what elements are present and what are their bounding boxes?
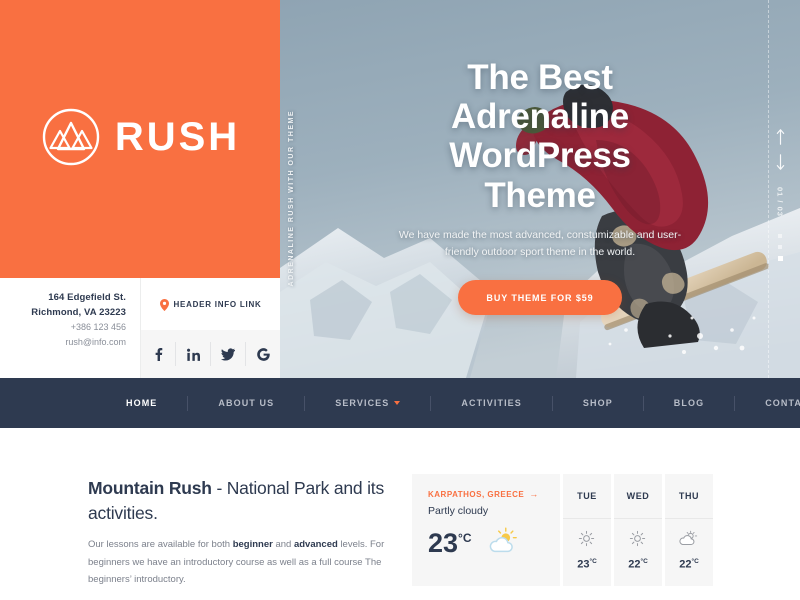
weather-reading: 23°C	[428, 527, 560, 559]
weather-forecast-day: TUE 23°C	[560, 474, 611, 586]
contact-info: 164 Edgefield St. Richmond, VA 23223 +38…	[0, 278, 140, 378]
intro-block: Mountain Rush - National Park and its ac…	[88, 476, 388, 589]
hero-slide-dot[interactable]	[778, 233, 782, 238]
page-title-strong: Mountain Rush	[88, 478, 212, 498]
nav-list: HOME ABOUT US SERVICES ACTIVITIES SHOP B…	[96, 395, 800, 411]
linkedin-icon[interactable]	[176, 342, 211, 366]
map-pin-icon	[159, 298, 169, 311]
forecast-day-temp: 23°C	[577, 558, 597, 571]
landing-page: RUSH 164 Edgefield St. Richmond, VA 2322…	[0, 0, 800, 600]
hero-slider-controls: 01 / 03	[770, 128, 790, 261]
forecast-temp-value: 22	[679, 558, 692, 571]
hero-slide-dot-active[interactable]	[777, 255, 783, 261]
sun-behind-cloud-icon	[679, 530, 698, 552]
top-band: RUSH 164 Edgefield St. Richmond, VA 2322…	[0, 0, 800, 378]
email-address[interactable]: rush@info.com	[0, 335, 126, 349]
hero-slider: ADRENALINE RUSH WITH OUR THEME The Best …	[280, 0, 800, 378]
nav-item-home[interactable]: HOME	[96, 395, 189, 411]
logo-block[interactable]: RUSH	[0, 0, 280, 278]
forecast-day-name: TUE	[563, 474, 611, 519]
weather-forecast-day: THU 22°C	[662, 474, 713, 586]
weather-temperature-value: 23	[428, 527, 459, 558]
nav-item-contact-us[interactable]: CONTACT US	[735, 396, 800, 411]
page-title: Mountain Rush - National Park and its ac…	[88, 476, 388, 525]
nav-item-blog[interactable]: BLOG	[644, 395, 736, 411]
header-info-link-label: HEADER INFO LINK	[173, 299, 262, 309]
nav-item-shop[interactable]: SHOP	[553, 395, 644, 411]
content-section: Mountain Rush - National Park and its ac…	[0, 428, 800, 600]
weather-forecast-day: WED 22°C	[611, 474, 662, 586]
buy-theme-button[interactable]: BUY THEME FOR $59	[458, 280, 622, 316]
forecast-temp-value: 22	[628, 558, 641, 571]
forecast-day-body: 22°C	[628, 519, 648, 586]
mountain-circle-logo-icon	[40, 106, 102, 168]
weather-widget: KARPATHOS, GREECE → Partly cloudy 23°C T…	[412, 474, 713, 586]
sun-icon	[578, 530, 595, 552]
logo-wordmark: RUSH	[114, 115, 241, 159]
google-icon[interactable]	[246, 342, 280, 366]
weather-temperature-unit: °C	[458, 530, 472, 545]
hero-slide-counter: 01 / 03	[775, 187, 785, 217]
sun-icon	[629, 530, 646, 552]
forecast-day-name: WED	[614, 474, 662, 519]
sun-behind-cloud-icon	[486, 527, 518, 559]
intro-text-1: Our lessons are available for both	[88, 539, 233, 550]
address-line-2: Richmond, VA 23223	[31, 306, 126, 318]
forecast-day-body: 23°C	[577, 519, 597, 586]
weather-location[interactable]: KARPATHOS, GREECE →	[428, 489, 560, 500]
hero-title-line-4: Theme	[484, 175, 596, 215]
nav-item-label: BLOG	[673, 398, 705, 408]
facebook-icon[interactable]	[141, 342, 176, 366]
arrow-up-icon[interactable]	[776, 128, 785, 146]
weather-temperature: 23°C	[428, 527, 472, 558]
arrow-right-icon: →	[529, 489, 539, 499]
main-navigation: HOME ABOUT US SERVICES ACTIVITIES SHOP B…	[0, 378, 800, 428]
nav-item-label: ABOUT US	[218, 398, 275, 408]
intro-paragraph: Our lessons are available for both begin…	[88, 536, 388, 589]
intro-text-beginner: beginner	[232, 539, 273, 550]
hero-subtitle: We have made the most advanced, constumi…	[398, 228, 682, 258]
forecast-day-name: THU	[665, 474, 713, 519]
logo[interactable]: RUSH	[40, 106, 240, 168]
twitter-icon[interactable]	[211, 342, 246, 366]
nav-item-label: ACTIVITIES	[461, 398, 522, 408]
forecast-temp-unit: °C	[640, 558, 648, 566]
weather-location-label: KARPATHOS, GREECE	[428, 490, 525, 499]
weather-current: KARPATHOS, GREECE → Partly cloudy 23°C	[412, 474, 560, 586]
nav-item-label: SHOP	[582, 398, 613, 408]
forecast-temp-unit: °C	[691, 558, 699, 566]
address-line-1: 164 Edgefield St.	[48, 292, 126, 303]
forecast-temp-unit: °C	[589, 558, 597, 566]
weather-condition: Partly cloudy	[428, 505, 489, 517]
nav-item-label: CONTACT US	[765, 398, 800, 408]
hero-title-line-3: WordPress	[449, 136, 631, 176]
hero-content: The Best Adrenaline WordPress Theme We h…	[280, 0, 800, 378]
forecast-temp-value: 23	[577, 558, 590, 571]
arrow-down-icon[interactable]	[776, 153, 785, 171]
nav-item-label: SERVICES	[335, 398, 390, 408]
nav-item-label: HOME	[126, 398, 158, 408]
hero-dashed-rail	[768, 0, 769, 378]
forecast-day-body: 22°C	[679, 519, 699, 586]
forecast-day-temp: 22°C	[679, 558, 699, 571]
intro-text-advanced: advanced	[293, 539, 338, 550]
phone-number[interactable]: +386 123 456	[0, 320, 126, 334]
hero-slide-dots	[777, 233, 783, 261]
nav-item-about-us[interactable]: ABOUT US	[188, 395, 306, 411]
hero-slide-dot[interactable]	[778, 244, 782, 249]
chevron-down-icon	[394, 401, 401, 405]
hero-title-line-1: The Best	[467, 58, 613, 97]
header-info-link[interactable]: HEADER INFO LINK	[140, 278, 280, 330]
social-links	[140, 330, 280, 378]
intro-text-2: and	[272, 539, 294, 550]
hero-title: The Best Adrenaline WordPress Theme	[449, 58, 631, 215]
nav-item-activities[interactable]: ACTIVITIES	[431, 395, 553, 411]
hero-title-line-2: Adrenaline	[451, 97, 629, 137]
forecast-day-temp: 22°C	[628, 558, 648, 571]
nav-item-services[interactable]: SERVICES	[305, 395, 432, 411]
